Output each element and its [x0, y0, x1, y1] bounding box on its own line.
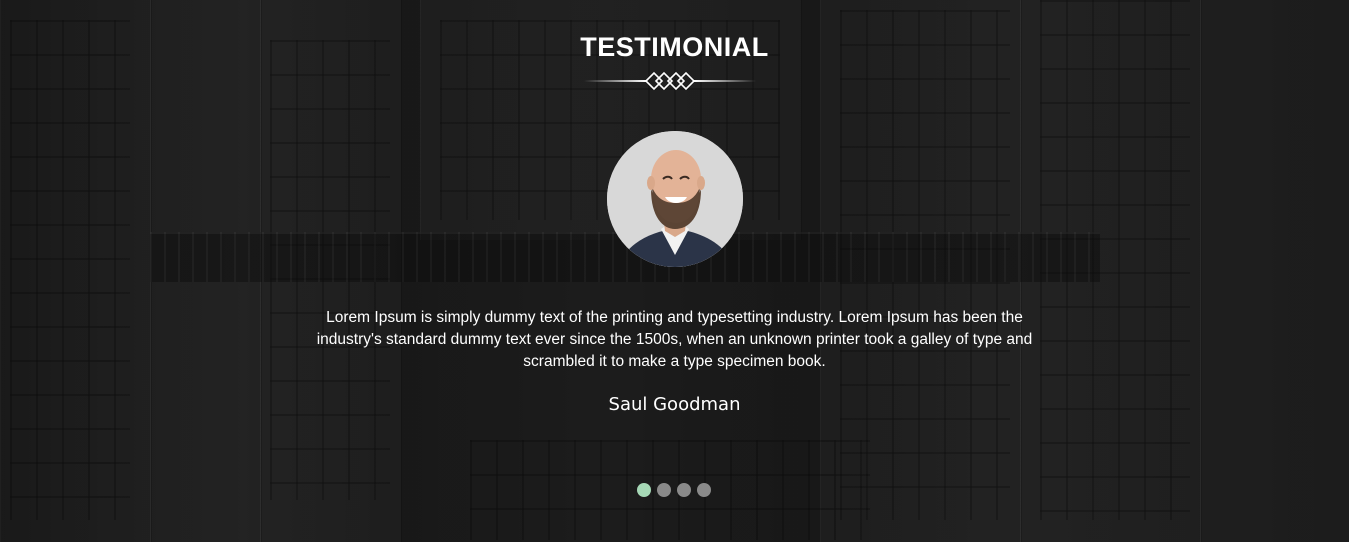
author-avatar [607, 131, 743, 267]
testimonial-section: TESTIMONIAL Lorem Ipsum is simply dummy … [0, 0, 1349, 542]
section-title: TESTIMONIAL [580, 32, 769, 62]
person-photo-icon [607, 131, 743, 267]
author-name: Saul Goodman [608, 394, 741, 415]
carousel-pagination [637, 483, 711, 497]
carousel-dot-1[interactable] [637, 483, 651, 497]
carousel-dot-2[interactable] [657, 483, 671, 497]
testimonial-content: TESTIMONIAL Lorem Ipsum is simply dummy … [0, 0, 1349, 542]
ornament-divider-icon [584, 71, 756, 91]
testimonial-quote: Lorem Ipsum is simply dummy text of the … [316, 309, 1033, 370]
carousel-dot-3[interactable] [677, 483, 691, 497]
carousel-dot-4[interactable] [697, 483, 711, 497]
